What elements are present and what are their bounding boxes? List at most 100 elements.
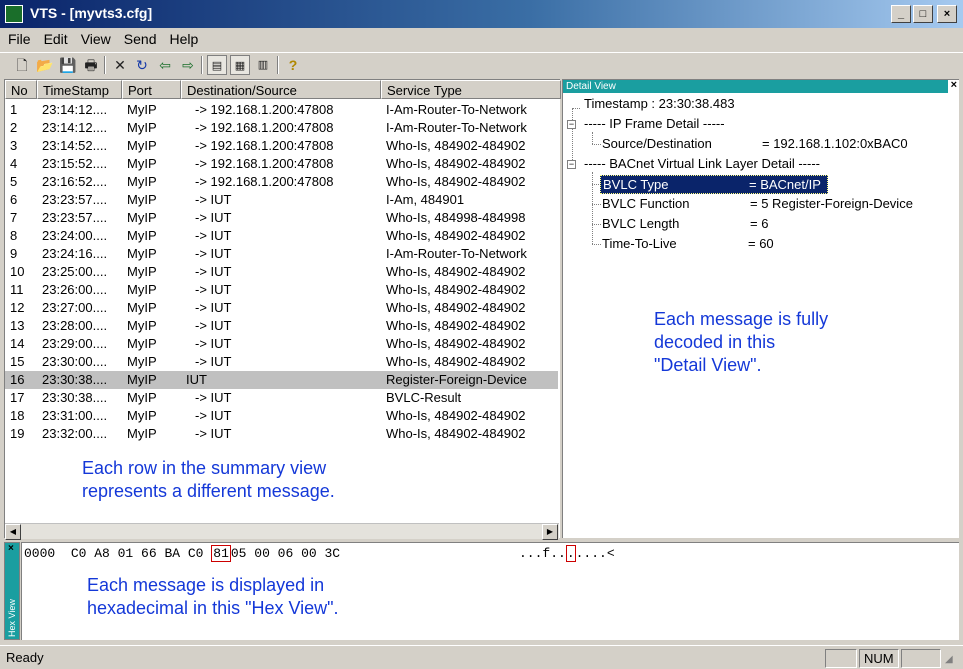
window-title: VTS - [myvts3.cfg]: [30, 5, 153, 21]
print-icon[interactable]: 🖶: [81, 55, 101, 75]
hex-bytes: C0 A8 01 66 BA C0: [70, 546, 204, 561]
detail-timestamp[interactable]: Timestamp : 23:30:38.483: [584, 96, 735, 111]
detail-bvlc-type[interactable]: BVLC Type = BACnet/IP: [600, 175, 828, 194]
table-row[interactable]: 17 23:30:38.... MyIP -> IUT BVLC-Result: [5, 389, 558, 407]
table-row[interactable]: 10 23:25:00.... MyIP -> IUT Who-Is, 484902-4…: [5, 263, 558, 281]
menu-file[interactable]: File: [3, 29, 36, 47]
row-port: MyIP: [127, 336, 157, 351]
summary-header: No TimeStamp Port Destination/Source Ser…: [5, 80, 561, 99]
hex-close-icon[interactable]: ×: [8, 543, 14, 554]
column-destination[interactable]: Destination/Source: [181, 80, 381, 99]
row-destination: -> IUT: [195, 192, 232, 207]
table-row[interactable]: 6 23:23:57.... MyIP -> IUT I-Am, 484901: [5, 191, 558, 209]
status-text: Ready: [6, 650, 44, 665]
detail-view-icon[interactable]: ▦: [230, 55, 250, 75]
table-row[interactable]: 12 23:27:00.... MyIP -> IUT Who-Is, 484902-4…: [5, 299, 558, 317]
horizontal-scrollbar[interactable]: ◀ ▶: [5, 523, 559, 540]
row-port: MyIP: [127, 282, 157, 297]
row-service-type: I-Am, 484901: [386, 192, 465, 207]
table-row[interactable]: 1 23:14:12.... MyIP -> 192.168.1.200:47808 I…: [5, 101, 558, 119]
bvlc-length-value: = 6: [750, 216, 769, 231]
detail-view-title-bar: Detail View: [563, 80, 948, 93]
summary-view-icon[interactable]: ▤: [207, 55, 227, 75]
help-icon[interactable]: ?: [283, 55, 303, 75]
table-row[interactable]: 19 23:32:00.... MyIP -> IUT Who-Is, 484902-4…: [5, 425, 558, 443]
hex-ascii-highlight: .: [565, 545, 576, 562]
column-timestamp[interactable]: TimeStamp: [37, 80, 122, 99]
row-port: MyIP: [127, 390, 157, 405]
table-row[interactable]: 14 23:29:00.... MyIP -> IUT Who-Is, 484902-4…: [5, 335, 558, 353]
row-port: MyIP: [127, 372, 157, 387]
resize-grip-icon[interactable]: ◢: [945, 654, 953, 665]
row-no: 9: [10, 246, 18, 261]
row-no: 17: [10, 390, 25, 405]
detail-view-title: Detail View: [566, 81, 616, 92]
row-service-type: BVLC-Result: [386, 390, 462, 405]
hex-view-icon[interactable]: ▥: [253, 55, 273, 75]
detail-ip-frame-node[interactable]: ----- IP Frame Detail -----: [584, 116, 725, 131]
row-destination: -> IUT: [195, 228, 232, 243]
forward-icon[interactable]: ⇨: [178, 55, 198, 75]
column-port[interactable]: Port: [122, 80, 181, 99]
table-row[interactable]: 2 23:14:12.... MyIP -> 192.168.1.200:47808 I…: [5, 119, 558, 137]
row-no: 18: [10, 408, 25, 423]
maximize-button[interactable]: □: [913, 5, 933, 23]
table-row[interactable]: 8 23:24:00.... MyIP -> IUT Who-Is, 484902-48…: [5, 227, 558, 245]
row-no: 13: [10, 318, 25, 333]
scroll-right-button[interactable]: ▶: [542, 524, 558, 540]
refresh-icon[interactable]: ↻: [132, 55, 152, 75]
detail-time-to-live[interactable]: Time-To-Live = 60: [602, 236, 774, 251]
column-service-type[interactable]: Service Type: [381, 80, 561, 99]
row-port: MyIP: [127, 120, 157, 135]
collapse-bvll-icon[interactable]: −: [567, 160, 576, 169]
menu-send[interactable]: Send: [119, 29, 162, 47]
row-no: 8: [10, 228, 18, 243]
table-row[interactable]: 16 23:30:38.... MyIP IUT Register-Foreign-De…: [5, 371, 558, 389]
toolbar: 🗋 📂 💾 🖶 ✕ ↻ ⇦ ⇨ ▤ ▦ ▥ ?: [0, 52, 963, 78]
detail-bvlc-length[interactable]: BVLC Length = 6: [602, 216, 768, 231]
open-icon[interactable]: 📂: [35, 55, 55, 75]
summary-view[interactable]: No TimeStamp Port Destination/Source Ser…: [4, 79, 561, 540]
minimize-button[interactable]: _: [891, 5, 911, 23]
row-no: 14: [10, 336, 25, 351]
column-no[interactable]: No: [5, 80, 37, 99]
hex-view[interactable]: 0000 C0 A8 01 66 BA C0 81 05 00 06 00 3C …: [21, 542, 959, 640]
collapse-ip-frame-icon[interactable]: −: [567, 120, 576, 129]
row-service-type: Who-Is, 484902-484902: [386, 282, 526, 297]
detail-view[interactable]: Detail View × Timestamp : 23:30:38.483 −…: [562, 79, 959, 538]
app-icon: [5, 5, 23, 23]
scroll-left-button[interactable]: ◀: [5, 524, 21, 540]
detail-source-destination[interactable]: Source/Destination = 192.168.1.102:0xBAC…: [602, 136, 908, 151]
table-row[interactable]: 15 23:30:00.... MyIP -> IUT Who-Is, 484902-4…: [5, 353, 558, 371]
row-service-type: Who-Is, 484902-484902: [386, 138, 526, 153]
detail-bvlc-function[interactable]: BVLC Function = 5 Register-Foreign-Devic…: [602, 196, 913, 211]
menu-help[interactable]: Help: [164, 29, 203, 47]
table-row[interactable]: 11 23:26:00.... MyIP -> IUT Who-Is, 484902-4…: [5, 281, 558, 299]
row-service-type: Who-Is, 484902-484902: [386, 318, 526, 333]
menu-view[interactable]: View: [76, 29, 116, 47]
table-row[interactable]: 9 23:24:16.... MyIP -> IUT I-Am-Router-To-Ne…: [5, 245, 558, 263]
delete-icon[interactable]: ✕: [110, 55, 130, 75]
row-timestamp: 23:23:57....: [42, 192, 108, 207]
close-button[interactable]: ×: [937, 5, 957, 23]
table-row[interactable]: 4 23:15:52.... MyIP -> 192.168.1.200:47808 W…: [5, 155, 558, 173]
menu-edit[interactable]: Edit: [39, 29, 73, 47]
row-timestamp: 23:27:00....: [42, 300, 108, 315]
title-bar[interactable]: VTS - [myvts3.cfg] _ □ ×: [0, 0, 963, 28]
table-row[interactable]: 7 23:23:57.... MyIP -> IUT Who-Is, 484998-48…: [5, 209, 558, 227]
table-row[interactable]: 3 23:14:52.... MyIP -> 192.168.1.200:47808 W…: [5, 137, 558, 155]
row-no: 10: [10, 264, 25, 279]
detail-bvll-node[interactable]: ----- BACnet Virtual Link Layer Detail -…: [584, 156, 820, 171]
save-icon[interactable]: 💾: [58, 55, 78, 75]
table-row[interactable]: 13 23:28:00.... MyIP -> IUT Who-Is, 484902-4…: [5, 317, 558, 335]
row-timestamp: 23:24:00....: [42, 228, 108, 243]
new-icon[interactable]: 🗋: [12, 55, 32, 75]
detail-annotation-line: "Detail View".: [654, 355, 762, 375]
hex-offset: 0000: [24, 546, 56, 561]
hex-bytes-after: 05 00 06 00 3C: [230, 546, 341, 561]
row-no: 3: [10, 138, 18, 153]
table-row[interactable]: 5 23:16:52.... MyIP -> 192.168.1.200:47808 W…: [5, 173, 558, 191]
back-icon[interactable]: ⇦: [155, 55, 175, 75]
detail-close-icon[interactable]: ×: [951, 79, 957, 91]
table-row[interactable]: 18 23:31:00.... MyIP -> IUT Who-Is, 484902-4…: [5, 407, 558, 425]
